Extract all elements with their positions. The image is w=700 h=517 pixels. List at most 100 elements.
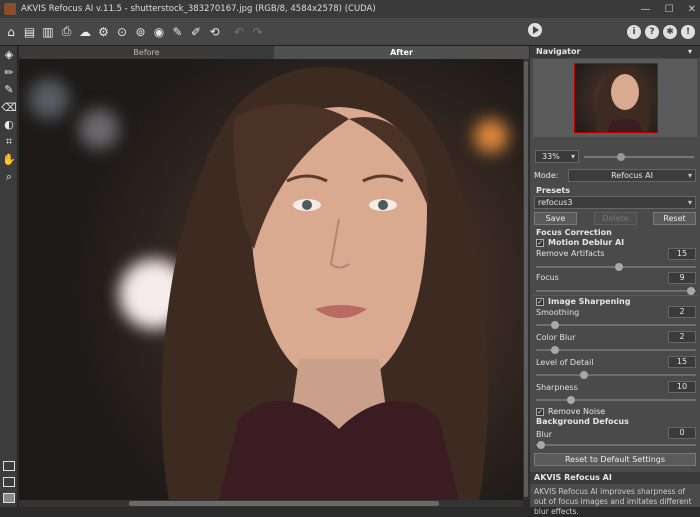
delete-preset-button[interactable]: Delete: [594, 212, 637, 225]
navigator-thumbnail[interactable]: [574, 63, 658, 133]
divider: [533, 295, 697, 296]
focus-slider[interactable]: [536, 287, 696, 295]
reset-preset-button[interactable]: Reset: [653, 212, 696, 225]
tools-panel: ◈ ✏ ✎ ⌫ ◐ ⌗ ✋ ⌕: [0, 46, 18, 507]
title-bar: AKVIS Refocus AI v.11.5 - shutterstock_3…: [0, 0, 700, 18]
slider-knob[interactable]: [551, 346, 560, 354]
batch-icon[interactable]: ⚙: [95, 23, 113, 41]
preferences-icon[interactable]: ◉: [150, 23, 168, 41]
minimize-icon[interactable]: —: [641, 4, 651, 15]
save-settings-icon[interactable]: ⊚: [132, 23, 150, 41]
settings-gear-icon[interactable]: ✱: [663, 25, 677, 39]
eraser-icon[interactable]: ✐: [187, 23, 205, 41]
background-defocus-title: Background Defocus: [536, 417, 629, 426]
scroll-thumb[interactable]: [524, 61, 528, 497]
redo-icon[interactable]: ↷: [249, 23, 267, 41]
focus-area-icon[interactable]: ◈: [0, 46, 18, 64]
motion-deblur-label: Motion Deblur AI: [548, 238, 625, 247]
vertical-scrollbar[interactable]: [523, 59, 529, 500]
history-icon[interactable]: ⟲: [206, 23, 224, 41]
image-sharpening-checkbox[interactable]: ✓ Image Sharpening: [536, 297, 630, 306]
remove-artifacts-slider[interactable]: [536, 263, 696, 271]
smoothing-slider[interactable]: [536, 321, 696, 329]
mode-select[interactable]: Refocus AI: [568, 169, 696, 182]
zoom-slider-knob[interactable]: [617, 153, 625, 161]
slider-knob[interactable]: [536, 441, 545, 449]
focus-value[interactable]: 9: [668, 272, 696, 284]
help-icon[interactable]: ?: [645, 25, 659, 39]
level-of-detail-label: Level of Detail: [536, 358, 594, 367]
brush-icon[interactable]: ✎: [169, 23, 187, 41]
focus-label: Focus: [536, 273, 559, 282]
horizontal-scrollbar[interactable]: [19, 500, 523, 507]
level-of-detail-value[interactable]: 15: [668, 356, 696, 368]
undo-icon[interactable]: ↶: [230, 23, 248, 41]
view-mode-icon[interactable]: [3, 461, 15, 471]
slider-knob[interactable]: [551, 321, 560, 329]
eraser-tool-icon[interactable]: ⌫: [0, 99, 18, 117]
open-file-icon[interactable]: ▤: [21, 23, 39, 41]
color-blur-label: Color Blur: [536, 333, 576, 342]
level-of-detail-slider[interactable]: [536, 371, 696, 379]
keep-area-pencil-icon[interactable]: ✏: [0, 64, 18, 82]
collapse-icon[interactable]: ▾: [688, 46, 692, 58]
save-preset-button[interactable]: Save: [534, 212, 577, 225]
image-canvas[interactable]: [19, 59, 523, 500]
smoothing-label: Smoothing: [536, 308, 580, 317]
zoom-select[interactable]: 33%: [535, 150, 579, 163]
slider-knob[interactable]: [567, 396, 576, 404]
motion-deblur-checkbox[interactable]: ✓ Motion Deblur AI: [536, 238, 624, 247]
window-title: AKVIS Refocus AI v.11.5 - shutterstock_3…: [21, 4, 376, 14]
scroll-thumb[interactable]: [129, 501, 439, 506]
slider-knob[interactable]: [580, 371, 588, 379]
settings-panel: Navigator▾ 33% Mode: Refocus AI Presets …: [530, 46, 700, 516]
print-icon[interactable]: ⎙: [58, 23, 76, 41]
checkbox-check-icon[interactable]: ✓: [536, 407, 544, 416]
sharpness-slider[interactable]: [536, 396, 696, 404]
crop-icon[interactable]: ⌗: [0, 134, 18, 152]
bucket-icon[interactable]: ◐: [0, 116, 18, 134]
tab-before[interactable]: Before: [19, 46, 274, 59]
slider-knob[interactable]: [687, 287, 696, 295]
share-icon[interactable]: ☁: [76, 23, 94, 41]
zoom-icon[interactable]: ⌕: [0, 169, 18, 187]
presets-title: Presets: [536, 186, 571, 195]
home-icon[interactable]: ⌂: [2, 23, 20, 41]
reset-to-default-button[interactable]: Reset to Default Settings: [534, 453, 696, 466]
help-toolbar: i ? ✱ !: [627, 18, 695, 46]
blur-slider[interactable]: [536, 441, 696, 449]
color-blur-value[interactable]: 2: [668, 331, 696, 343]
sharpness-value[interactable]: 10: [668, 381, 696, 393]
preset-select[interactable]: refocus3: [534, 196, 696, 209]
notification-icon[interactable]: !: [681, 25, 695, 39]
blur-label: Blur: [536, 430, 553, 439]
run-process-icon[interactable]: [528, 23, 542, 37]
load-settings-icon[interactable]: ⊙: [113, 23, 131, 41]
help-text: AKVIS Refocus AI improves sharpness of o…: [534, 487, 692, 516]
remove-noise-checkbox[interactable]: ✓ Remove Noise: [536, 407, 605, 416]
window-controls: — ☐ ✕: [641, 0, 696, 18]
portrait-photo: [161, 66, 489, 500]
smoothing-value[interactable]: 2: [668, 306, 696, 318]
blur-value[interactable]: 0: [668, 427, 696, 439]
app-logo-icon: [4, 3, 16, 15]
background-pencil-icon[interactable]: ✎: [0, 81, 18, 99]
canvas-tabs: Before After: [19, 46, 529, 59]
remove-artifacts-value[interactable]: 15: [668, 248, 696, 260]
zoom-slider[interactable]: [584, 153, 694, 161]
hand-icon[interactable]: ✋: [0, 151, 18, 169]
save-file-icon[interactable]: ▥: [39, 23, 57, 41]
help-title: AKVIS Refocus AI: [530, 472, 700, 484]
split-view-icon[interactable]: [3, 477, 15, 487]
slider-knob[interactable]: [615, 263, 624, 271]
close-icon[interactable]: ✕: [688, 4, 696, 15]
checkbox-check-icon[interactable]: ✓: [536, 238, 544, 247]
info-icon[interactable]: i: [627, 25, 641, 39]
color-swatch-icon[interactable]: [3, 493, 15, 503]
focus-correction-title: Focus Correction: [536, 228, 612, 237]
navigator-preview[interactable]: [533, 59, 697, 137]
tab-after[interactable]: After: [274, 46, 529, 59]
maximize-icon[interactable]: ☐: [665, 4, 674, 15]
color-blur-slider[interactable]: [536, 346, 696, 354]
checkbox-check-icon[interactable]: ✓: [536, 297, 544, 306]
